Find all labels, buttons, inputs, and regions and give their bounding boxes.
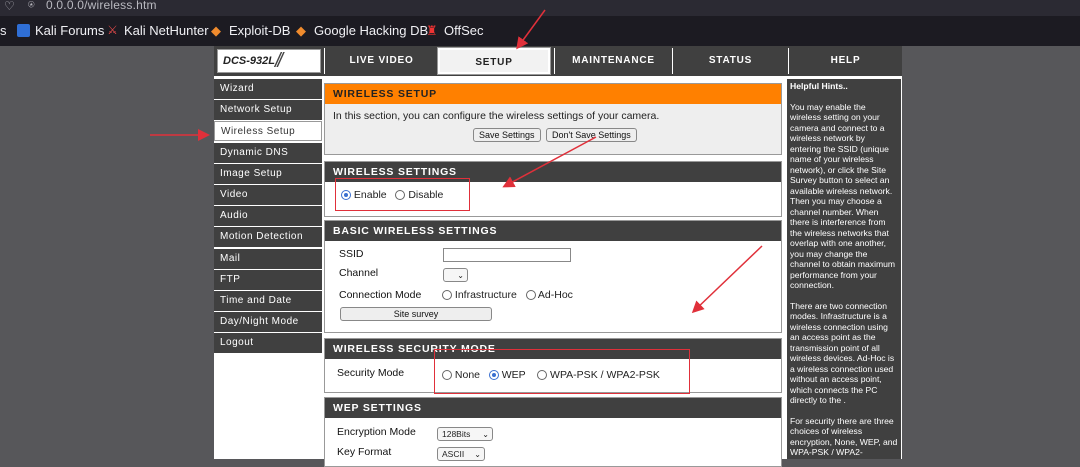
- arrow-to-setup-tab: [516, 9, 546, 50]
- arrow-to-security-mode: [691, 245, 763, 314]
- arrow-to-enable: [502, 136, 597, 188]
- annotation-arrows: [150, 9, 763, 314]
